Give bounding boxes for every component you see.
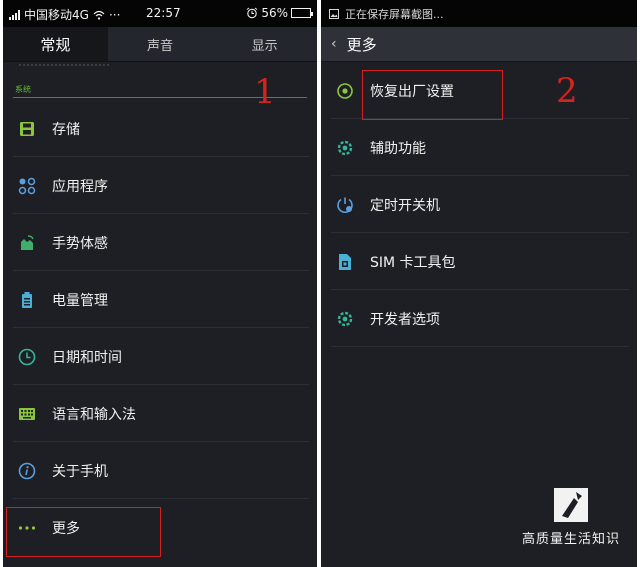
item-label: 语言和输入法 [52,406,136,423]
settings-item-date-time[interactable]: 日期和时间 [3,328,317,385]
highlight-box-more [6,507,161,557]
settings-item-scheduled-power[interactable]: 定时开关机 [321,176,637,233]
sim-card-icon [335,252,355,272]
watermark: 高质量生活知识 [511,488,631,547]
item-label: 辅助功能 [370,140,426,157]
section-label-system: 系统 [15,85,31,94]
status-dots: ··· [108,7,121,22]
alarm-icon [247,7,258,19]
page-header: ‹ 更多 [321,27,637,62]
accessibility-gear-icon [335,138,355,158]
annotation-number-1: 1 [254,72,276,112]
clock-time: 22:57 [146,6,181,20]
screenshot-notification: 正在保存屏幕截图... [321,0,637,27]
hand-gesture-icon [17,233,37,253]
item-label: 存储 [52,121,80,138]
highlight-box-factory-reset [362,70,503,120]
battery-icon [291,8,313,18]
image-icon [329,8,339,19]
restore-icon [335,81,355,101]
settings-tabs: 常规 声音 显示 [3,27,317,62]
watermark-text: 高质量生活知识 [521,532,620,547]
item-label: SIM 卡工具包 [370,254,456,271]
settings-item-developer-options[interactable]: 开发者选项 [321,290,637,347]
item-label: 定时开关机 [370,197,440,214]
settings-item-gestures[interactable]: 手势体感 [3,214,317,271]
tab-display[interactable]: 显示 [212,27,317,61]
battery-percent: 56% [261,6,288,20]
page-title: 更多 [346,35,377,54]
settings-item-sim-toolkit[interactable]: SIM 卡工具包 [321,233,637,290]
settings-item-apps[interactable]: 应用程序 [3,157,317,214]
settings-screen-left: 中国移动4G ··· 22:57 56% 常规 声音 显示 系统 存储 应用程序… [3,0,317,567]
keyboard-icon [17,404,37,424]
settings-item-accessibility[interactable]: 辅助功能 [321,119,637,176]
watermark-logo [554,488,588,522]
settings-screen-right: 正在保存屏幕截图... ‹ 更多 恢复出厂设置 辅助功能 定时开关机 SIM 卡… [321,0,637,567]
tab-sound[interactable]: 声音 [108,27,213,61]
developer-gear-icon [335,309,355,329]
item-label: 开发者选项 [370,311,440,328]
status-bar: 中国移动4G ··· 22:57 56% [3,0,317,27]
info-icon [17,461,37,481]
battery-icon [17,290,37,310]
notification-text: 正在保存屏幕截图... [345,7,444,21]
annotation-number-2: 2 [556,71,578,111]
settings-item-language-input[interactable]: 语言和输入法 [3,385,317,442]
settings-item-power[interactable]: 电量管理 [3,271,317,328]
wifi-icon [93,10,105,20]
item-label: 应用程序 [52,178,108,195]
settings-item-about-phone[interactable]: 关于手机 [3,442,317,499]
signal-icon [9,9,20,20]
tab-general[interactable]: 常规 [3,27,108,61]
item-label: 日期和时间 [52,349,122,366]
item-label: 手势体感 [52,235,108,252]
carrier-label: 中国移动4G [24,8,89,22]
sd-card-icon [17,119,37,139]
timer-power-icon [335,195,355,215]
item-label: 电量管理 [52,292,108,309]
clock-icon [17,347,37,367]
apps-grid-icon [17,176,37,196]
item-label: 关于手机 [52,463,108,480]
back-chevron-icon[interactable]: ‹ [331,36,337,52]
